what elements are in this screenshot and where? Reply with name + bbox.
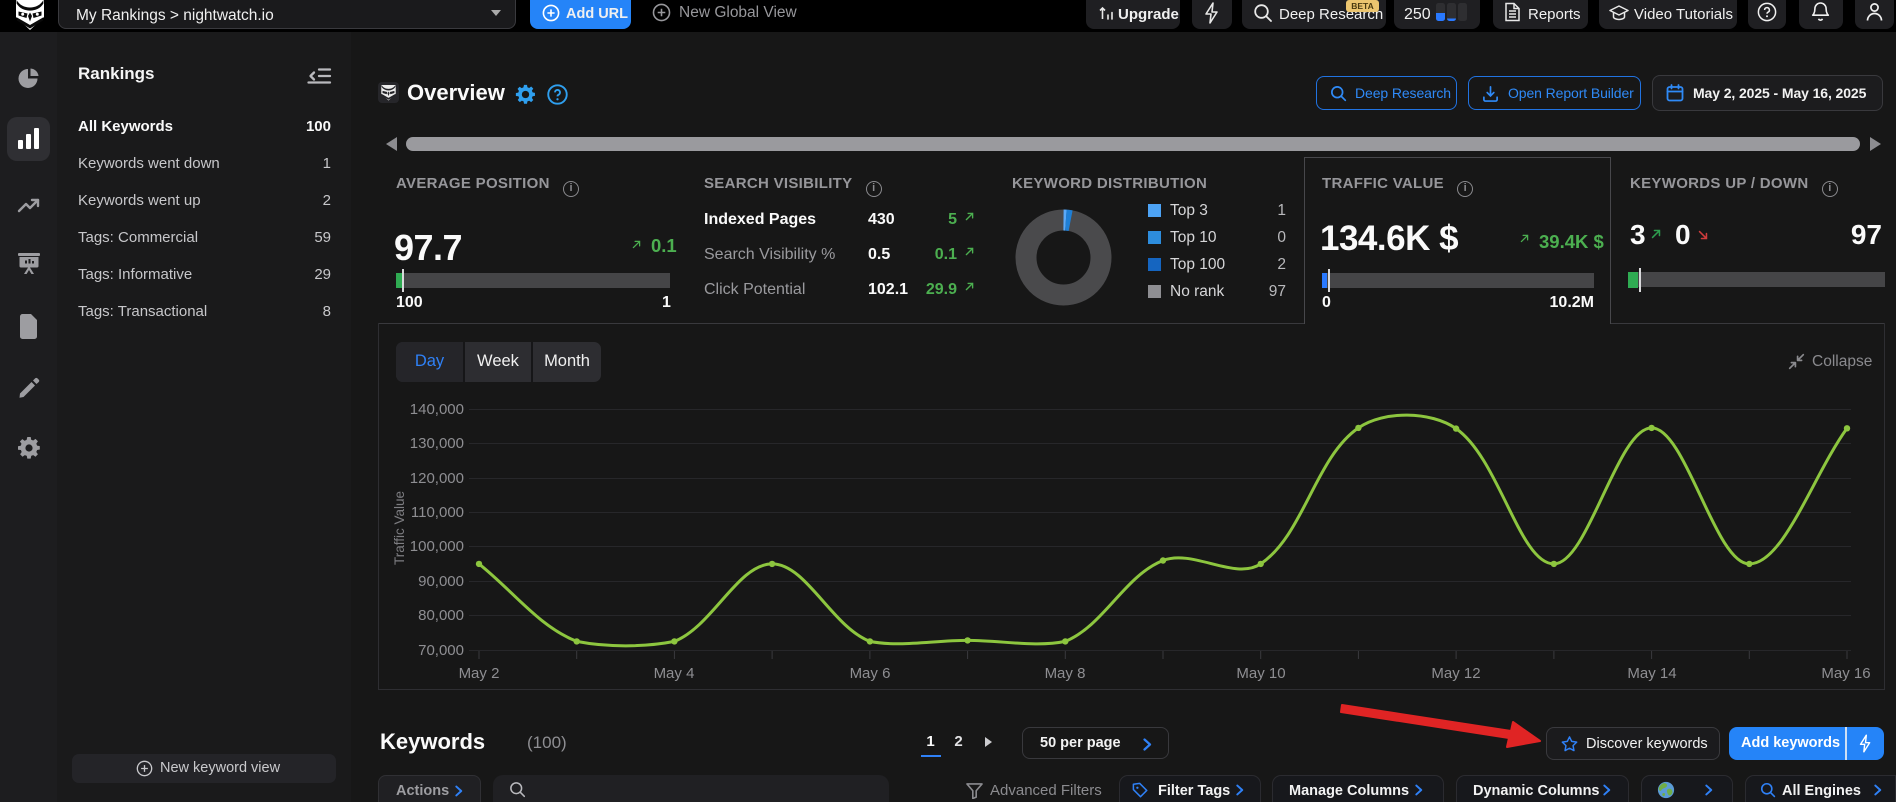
- svg-text:May 8: May 8: [1045, 665, 1086, 682]
- svg-text:May 16: May 16: [1821, 665, 1870, 682]
- svg-text:May 12: May 12: [1431, 665, 1480, 682]
- svg-text:140,000: 140,000: [410, 401, 464, 418]
- svg-text:May 4: May 4: [654, 665, 695, 682]
- svg-text:120,000: 120,000: [410, 470, 464, 487]
- svg-text:May 14: May 14: [1627, 665, 1676, 682]
- svg-text:May 10: May 10: [1236, 665, 1285, 682]
- svg-text:May 6: May 6: [850, 665, 891, 682]
- svg-text:Traffic Value: Traffic Value: [392, 491, 407, 565]
- svg-text:100,000: 100,000: [410, 538, 464, 555]
- svg-text:130,000: 130,000: [410, 435, 464, 452]
- svg-text:110,000: 110,000: [411, 504, 464, 521]
- svg-text:80,000: 80,000: [418, 607, 464, 624]
- svg-text:70,000: 70,000: [418, 642, 464, 659]
- svg-text:May 2: May 2: [459, 665, 500, 682]
- svg-text:90,000: 90,000: [418, 573, 464, 590]
